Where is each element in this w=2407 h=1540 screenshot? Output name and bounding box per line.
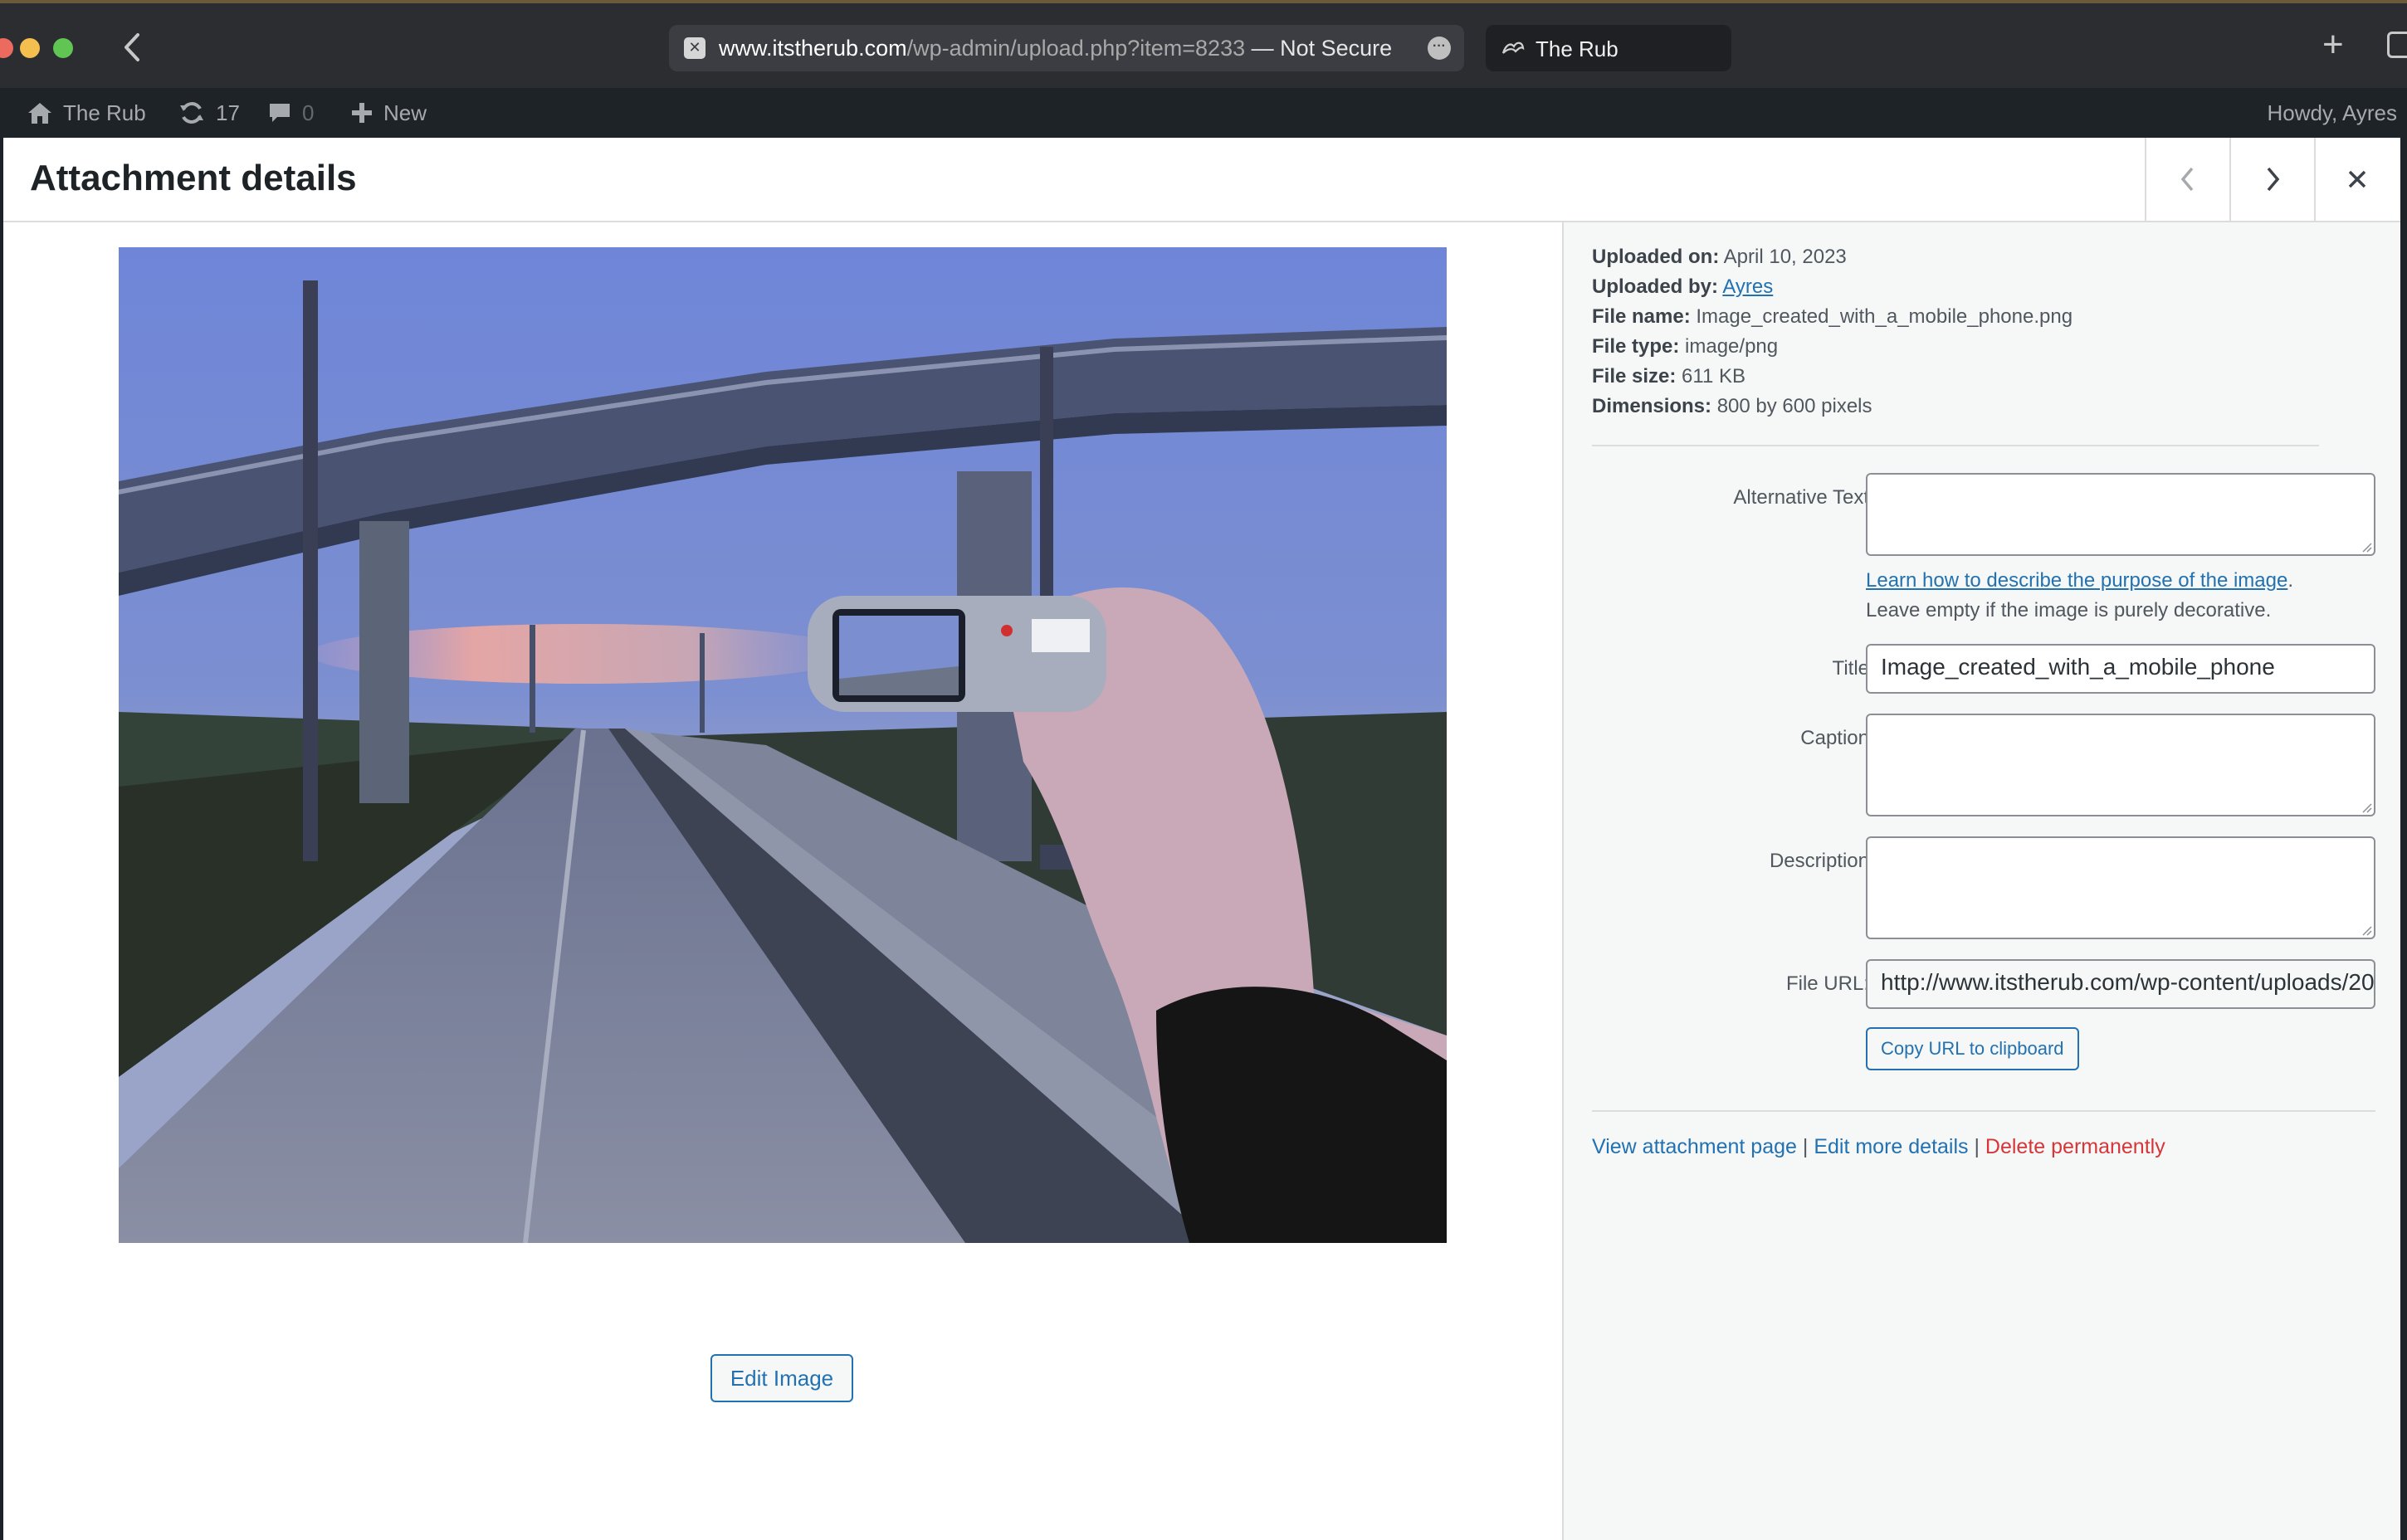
browser-toolbar: ✕ www.itstherub.com/wp-admin/upload.php?… xyxy=(0,0,2407,88)
file-url-label: File URL: xyxy=(1785,972,1869,995)
attachment-image xyxy=(119,247,1447,1243)
site-name: The Rub xyxy=(63,100,146,125)
delete-permanently-link[interactable]: Delete permanently xyxy=(1985,1135,2165,1158)
file-name-label: File name: xyxy=(1592,305,1691,328)
edit-image-button[interactable]: Edit Image xyxy=(710,1354,853,1402)
alt-text-label: Alternative Text xyxy=(1733,486,1869,509)
title-value: Image_created_with_a_mobile_phone xyxy=(1881,654,2275,680)
title-input[interactable]: Image_created_with_a_mobile_phone xyxy=(1866,644,2375,694)
more-options-icon[interactable]: ··· xyxy=(1428,37,1451,60)
updates-icon xyxy=(180,102,203,124)
modal-header: Attachment details xyxy=(3,138,2400,222)
home-icon xyxy=(28,103,51,124)
admin-bar-new[interactable]: New xyxy=(350,88,427,138)
caption-label: Caption xyxy=(1800,727,1869,749)
resize-handle-icon[interactable] xyxy=(2361,802,2372,813)
uploaded-by-link[interactable]: Ayres xyxy=(1722,275,1773,298)
attachment-details-modal: Attachment details Edit Image Uploaded o… xyxy=(3,138,2400,1540)
back-arrow-icon[interactable] xyxy=(116,28,149,66)
help-period: . xyxy=(2287,569,2293,592)
minimize-window-button[interactable] xyxy=(20,38,40,58)
zoom-window-button[interactable] xyxy=(53,38,73,58)
favicon-icon: ✕ xyxy=(684,37,706,59)
resize-handle-icon[interactable] xyxy=(2361,924,2372,936)
description-value xyxy=(1868,838,2374,861)
file-name-value: Image_created_with_a_mobile_phone.png xyxy=(1696,305,2073,328)
chevron-left-icon xyxy=(2180,167,2194,192)
file-url-input[interactable]: http://www.itstherub.com/wp-content/uplo… xyxy=(1866,959,2375,1009)
actions-divider xyxy=(1592,1110,2375,1112)
dimensions-label: Dimensions: xyxy=(1592,395,1712,417)
admin-bar-comments[interactable]: 0 xyxy=(267,88,314,138)
address-bar[interactable]: ✕ www.itstherub.com/wp-admin/upload.php?… xyxy=(669,25,1464,71)
tab-overview-icon[interactable] xyxy=(2387,32,2407,58)
new-label: New xyxy=(383,100,427,125)
edit-more-details-link[interactable]: Edit more details xyxy=(1814,1135,1968,1158)
howdy-user[interactable]: Howdy, Ayres xyxy=(2267,88,2397,138)
caption-value xyxy=(1868,715,2374,738)
close-icon xyxy=(2348,170,2366,188)
uploaded-on-label: Uploaded on: xyxy=(1592,246,1720,268)
file-type-label: File type: xyxy=(1592,335,1680,358)
resize-handle-icon[interactable] xyxy=(2361,541,2372,553)
updates-count: 17 xyxy=(216,100,240,125)
file-size-label: File size: xyxy=(1592,365,1677,387)
uploaded-by-label: Uploaded by: xyxy=(1592,275,1719,298)
alt-text-value xyxy=(1868,475,2374,498)
page-title: Attachment details xyxy=(30,158,357,198)
title-label: Title xyxy=(1832,657,1869,680)
dimensions-value: 800 by 600 pixels xyxy=(1716,395,1872,417)
attachment-info-sidebar: Uploaded on: April 10, 2023 Uploaded by:… xyxy=(1562,222,2400,1540)
comments-count: 0 xyxy=(302,100,315,125)
attachment-media-view: Edit Image xyxy=(3,222,1562,1540)
admin-bar-updates[interactable]: 17 xyxy=(178,88,240,138)
tab-title: The Rub xyxy=(1536,37,1618,61)
chevron-right-icon xyxy=(2267,167,2280,192)
details-divider xyxy=(1592,445,2319,446)
url-text: www.itstherub.com/wp-admin/upload.php?it… xyxy=(719,36,1393,61)
alt-text-help-link[interactable]: Learn how to describe the purpose of the… xyxy=(1866,569,2287,592)
view-attachment-link[interactable]: View attachment page xyxy=(1592,1135,1797,1158)
description-label: Description xyxy=(1769,850,1869,872)
plus-icon xyxy=(352,103,372,123)
caption-field[interactable] xyxy=(1866,714,2375,816)
file-url-value: http://www.itstherub.com/wp-content/uplo… xyxy=(1881,969,2374,995)
browser-tab[interactable]: The Rub xyxy=(1486,25,1731,71)
separator: | xyxy=(1796,1135,1814,1158)
previous-button[interactable] xyxy=(2145,138,2229,221)
alt-text-field[interactable] xyxy=(1866,473,2375,556)
close-button[interactable] xyxy=(2314,138,2399,221)
description-field[interactable] xyxy=(1866,836,2375,939)
alt-text-help: Learn how to describe the purpose of the… xyxy=(1866,566,2293,626)
file-size-value: 611 KB xyxy=(1682,365,1745,387)
file-type-value: image/png xyxy=(1685,335,1779,358)
new-tab-plus-icon[interactable]: + xyxy=(2322,27,2344,63)
admin-bar-site[interactable]: The Rub xyxy=(27,88,146,138)
next-button[interactable] xyxy=(2229,138,2314,221)
file-details: Uploaded on: April 10, 2023 Uploaded by:… xyxy=(1592,242,2073,422)
separator: | xyxy=(1968,1135,1985,1158)
tab-favicon-icon xyxy=(1501,38,1526,58)
attachment-actions: View attachment page | Edit more details… xyxy=(1592,1135,2165,1159)
alt-text-help-text: Leave empty if the image is purely decor… xyxy=(1866,599,2272,621)
wp-admin-bar: The Rub 17 0 New Howdy, Ayres xyxy=(0,88,2407,138)
close-window-button[interactable] xyxy=(0,38,13,58)
copy-url-button[interactable]: Copy URL to clipboard xyxy=(1866,1027,2079,1070)
comment-icon xyxy=(270,104,290,122)
uploaded-on-value: April 10, 2023 xyxy=(1723,246,1847,268)
